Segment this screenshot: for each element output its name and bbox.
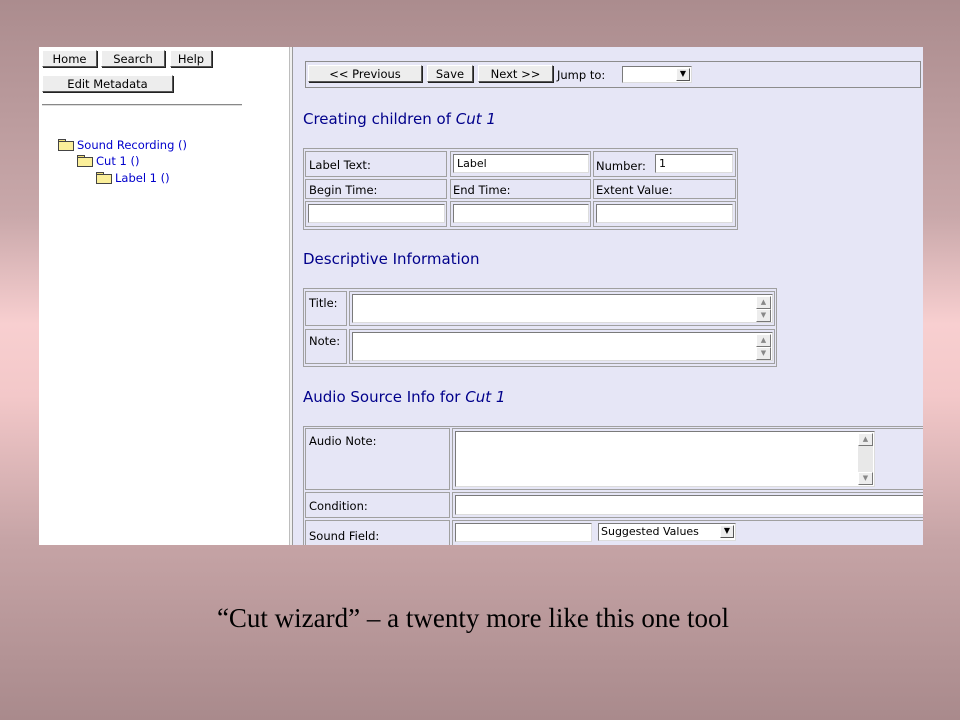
end-time-input-cell: [450, 201, 591, 227]
sound-field-label: Sound Field:: [309, 529, 380, 543]
title-scrollbar[interactable]: ▲ ▼: [756, 296, 771, 322]
jump-to-label: Jump to:: [557, 68, 606, 82]
title-textarea[interactable]: ▲ ▼: [352, 294, 773, 323]
end-time-input[interactable]: [453, 204, 589, 223]
number-cell: Number: 1: [593, 151, 736, 177]
title-cell: Title:: [305, 291, 347, 326]
help-button[interactable]: Help: [170, 50, 212, 67]
folder-icon: [96, 172, 112, 184]
end-time-cell: End Time:: [450, 179, 591, 199]
condition-input[interactable]: [455, 495, 923, 515]
tree-item-sound-recording[interactable]: Sound Recording (): [58, 138, 187, 152]
extent-value-input[interactable]: [596, 204, 733, 223]
edit-metadata-button[interactable]: Edit Metadata: [42, 75, 173, 92]
note-input-cell: ▲ ▼: [349, 329, 775, 364]
chevron-down-icon[interactable]: ▼: [676, 68, 690, 81]
audio-section-heading: Audio Source Info for Cut 1: [303, 388, 505, 406]
nav-divider: [42, 104, 242, 106]
folder-icon: [58, 139, 74, 151]
tree-item-label: Label 1 (): [115, 171, 170, 185]
number-label: Number:: [596, 159, 646, 173]
children-section-heading: Creating children of Cut 1: [303, 110, 496, 128]
wizard-pane: << Previous Save Next >> Jump to: ▼ Crea…: [293, 47, 923, 545]
extent-value-cell: Extent Value:: [593, 179, 736, 199]
suggested-values-select[interactable]: Suggested Values ▼: [598, 523, 736, 541]
audio-note-textarea[interactable]: ▲ ▼: [455, 431, 875, 487]
sound-field-input-cell: Suggested Values ▼: [452, 520, 923, 545]
previous-button[interactable]: << Previous: [308, 65, 422, 82]
note-scrollbar[interactable]: ▲ ▼: [756, 334, 771, 360]
sound-field-cell: Sound Field:: [305, 520, 450, 545]
wizard-toolbar: << Previous Save Next >> Jump to: ▼: [305, 61, 921, 88]
heading-text: Creating children of: [303, 110, 456, 128]
audio-note-label: Audio Note:: [309, 434, 377, 448]
note-cell: Note:: [305, 329, 347, 364]
begin-time-cell: Begin Time:: [305, 179, 447, 199]
condition-label: Condition:: [309, 499, 368, 513]
extent-value-label: Extent Value:: [596, 183, 673, 197]
scroll-up-icon[interactable]: ▲: [858, 433, 873, 446]
app-screen: Home Search Help Edit Metadata Sound Rec…: [39, 47, 923, 545]
end-time-label: End Time:: [453, 183, 511, 197]
begin-time-label: Begin Time:: [309, 183, 378, 197]
scroll-down-icon[interactable]: ▼: [756, 347, 771, 360]
home-button[interactable]: Home: [42, 50, 97, 67]
label-text-cell: Label Text:: [305, 151, 447, 177]
tree-item-label: Sound Recording (): [77, 138, 188, 152]
scroll-up-icon[interactable]: ▲: [756, 296, 771, 309]
tree-item-label: Cut 1 (): [96, 154, 140, 168]
number-input[interactable]: 1: [655, 154, 733, 173]
scroll-up-icon[interactable]: ▲: [756, 334, 771, 347]
tree-item-label-1[interactable]: Label 1 (): [96, 171, 170, 185]
next-button[interactable]: Next >>: [478, 65, 553, 82]
folder-icon: [77, 155, 93, 167]
heading-text: Audio Source Info for: [303, 388, 466, 406]
scroll-down-icon[interactable]: ▼: [858, 472, 873, 485]
sound-field-input[interactable]: [455, 523, 592, 542]
audio-note-input-cell: ▲ ▼: [452, 428, 923, 490]
suggested-values-text: Suggested Values: [601, 525, 699, 538]
heading-emphasis: Cut 1: [465, 388, 506, 406]
label-text-input[interactable]: Label: [453, 154, 589, 173]
condition-cell: Condition:: [305, 492, 450, 518]
audio-note-scrollbar[interactable]: ▲ ▼: [858, 433, 873, 485]
heading-emphasis: Cut 1: [455, 110, 496, 128]
condition-input-cell: [452, 492, 923, 518]
begin-time-input[interactable]: [308, 204, 445, 223]
note-textarea[interactable]: ▲ ▼: [352, 332, 773, 361]
note-label: Note:: [309, 334, 341, 348]
audio-note-cell: Audio Note:: [305, 428, 450, 490]
title-label: Title:: [309, 296, 338, 310]
search-button[interactable]: Search: [101, 50, 165, 67]
navigation-pane: Home Search Help Edit Metadata Sound Rec…: [39, 47, 289, 545]
descriptive-section-heading: Descriptive Information: [303, 250, 480, 268]
label-text-input-cell: Label: [450, 151, 591, 177]
label-text-label: Label Text:: [309, 158, 371, 172]
begin-time-input-cell: [305, 201, 447, 227]
jump-to-select[interactable]: ▼: [622, 66, 692, 83]
extent-value-input-cell: [593, 201, 736, 227]
scroll-down-icon[interactable]: ▼: [756, 309, 771, 322]
chevron-down-icon[interactable]: ▼: [720, 525, 734, 538]
title-input-cell: ▲ ▼: [349, 291, 775, 326]
save-button[interactable]: Save: [427, 65, 473, 82]
slide-caption: “Cut wizard” – a twenty more like this o…: [216, 603, 730, 633]
tree-item-cut-1[interactable]: Cut 1 (): [77, 154, 139, 168]
